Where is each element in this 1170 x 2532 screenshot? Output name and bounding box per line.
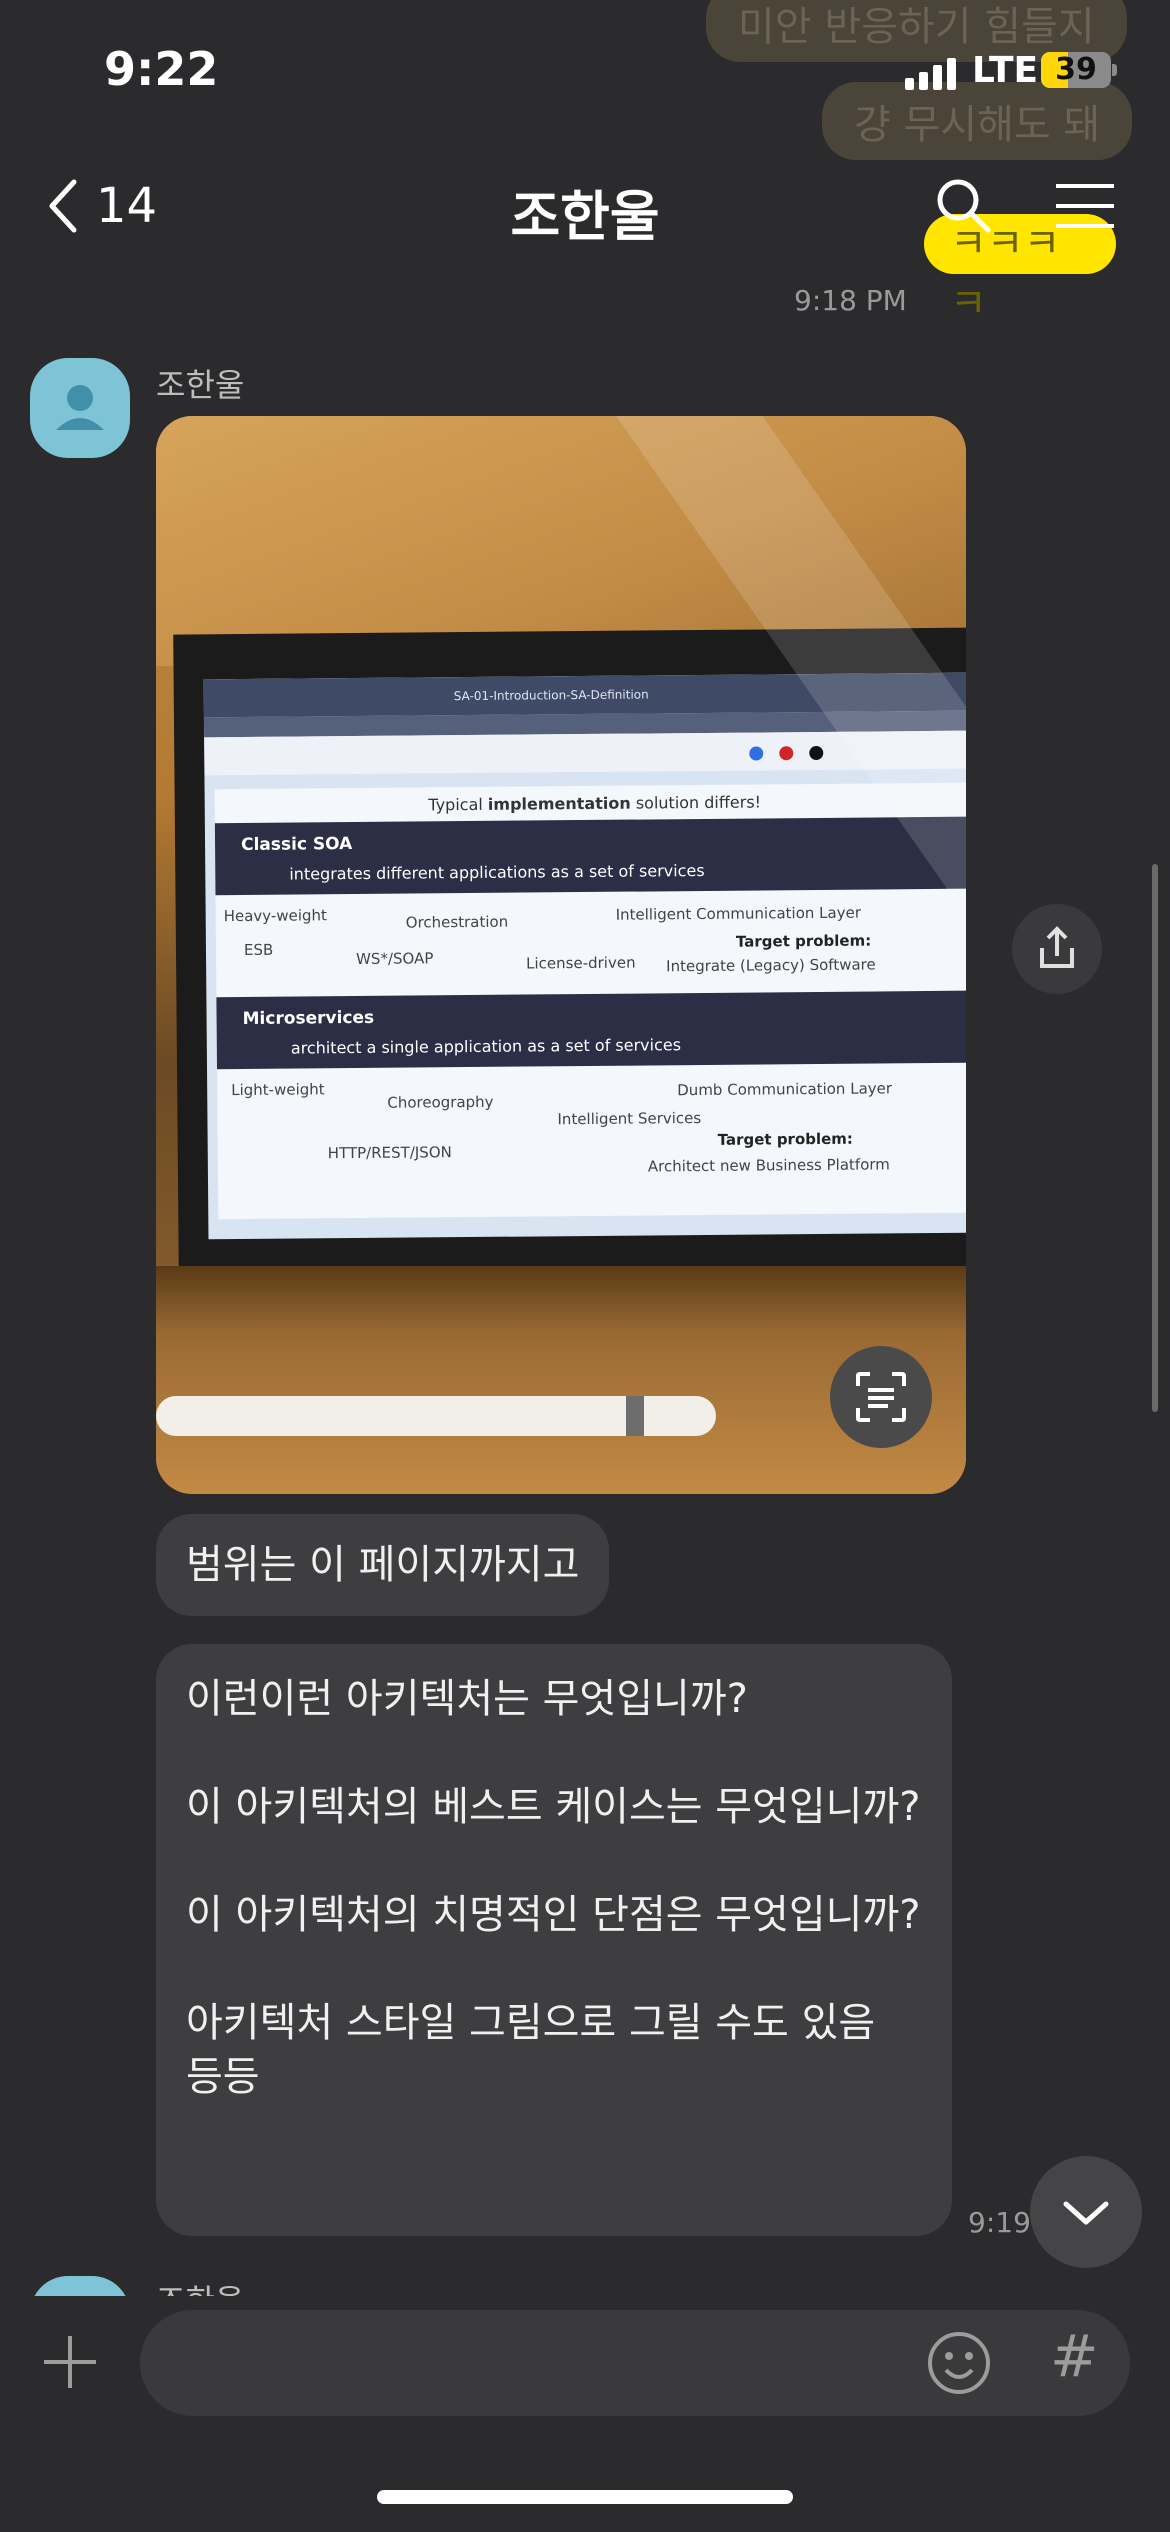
target-text: Integrate (Legacy) Software	[666, 955, 876, 976]
keyword: Dumb Communication Layer	[677, 1079, 893, 1100]
message-paragraph: 이 아키텍처의 베스트 케이스는 무엇입니까?	[186, 1784, 921, 1830]
message-bubble[interactable]: 이런이런 아키텍처는 무엇입니까? 이 아키텍처의 베스트 케이스는 무엇입니까…	[156, 1644, 952, 2236]
menu-icon[interactable]	[1054, 182, 1116, 230]
scroll-down-icon[interactable]	[1030, 2156, 1142, 2268]
background-message-2: 걍 무시해도 돼	[822, 82, 1133, 160]
photo-screen: SA-01-Introduction-SA-Definition Typical…	[203, 672, 966, 1240]
keyword: ESB	[243, 940, 274, 959]
chat-title: 조한울	[510, 185, 660, 248]
message-paragraph: 아키텍처 스타일 그림으로 그릴 수도 있음 등등	[186, 2000, 876, 2100]
message-paragraph: 이 아키텍처의 치명적인 단점은 무엇입니까?	[186, 1892, 921, 1938]
photo-slide: Typical implementation solution differs!…	[214, 782, 966, 1220]
keyword: License-driven	[526, 953, 636, 973]
classic-soa-band: Classic SOA integrates different applica…	[214, 816, 966, 896]
keyword: Intelligent Services	[557, 1109, 702, 1129]
battery-icon: 39	[1041, 52, 1111, 88]
keyword: Intelligent Communication Layer	[615, 903, 862, 924]
message-paragraph: 이런이런 아키텍처는 무엇입니까?	[186, 1676, 748, 1722]
keyword: Heavy-weight	[223, 906, 327, 926]
photo-pencil-band	[626, 1396, 644, 1436]
keyword: Choreography	[387, 1092, 494, 1112]
battery-nub	[1112, 64, 1117, 76]
status-time: 9:22	[104, 42, 219, 96]
microservices-sub: architect a single application as a set …	[290, 1035, 682, 1058]
target-text: Architect new Business Platform	[647, 1155, 890, 1176]
photo-message[interactable]: SA-01-Introduction-SA-Definition Typical…	[156, 416, 966, 1494]
battery-level: 39	[1055, 52, 1097, 87]
signal-icon	[905, 56, 959, 90]
blue-pen-icon	[749, 746, 764, 761]
keyword: HTTP/REST/JSON	[327, 1143, 452, 1163]
text-scan-icon[interactable]	[830, 1346, 932, 1448]
message-bubble[interactable]: 범위는 이 페이지까지고	[156, 1514, 610, 1616]
hashtag-icon[interactable]: #	[1050, 2322, 1099, 2390]
background-message-time: 9:18 PM	[794, 284, 907, 317]
classic-soa-sub: integrates different applications as a s…	[289, 860, 705, 884]
microservices-heading: Microservices	[242, 1007, 375, 1029]
target-label: Target problem:	[717, 1129, 853, 1149]
scrollbar[interactable]	[1152, 864, 1158, 1412]
avatar[interactable]	[30, 358, 130, 458]
red-pen-icon	[779, 746, 794, 761]
emoji-icon[interactable]	[926, 2330, 992, 2396]
microservices-band: Microservices architect a single applica…	[216, 990, 966, 1070]
black-pen-icon	[809, 745, 824, 761]
plus-icon[interactable]	[40, 2332, 100, 2392]
sender-name: 조한울	[156, 366, 245, 404]
keyword: WS*/SOAP	[355, 949, 434, 969]
slide-title: Typical implementation solution differs!	[428, 792, 762, 815]
keyword: Orchestration	[405, 912, 509, 932]
photo-tab-title: SA-01-Introduction-SA-Definition	[453, 687, 649, 704]
home-indicator	[377, 2490, 793, 2504]
share-icon[interactable]	[1012, 904, 1102, 994]
keyword: Light-weight	[231, 1080, 325, 1100]
target-label: Target problem:	[735, 931, 872, 951]
search-icon[interactable]	[934, 176, 994, 236]
network-label: LTE	[972, 50, 1039, 91]
classic-soa-heading: Classic SOA	[240, 834, 353, 856]
